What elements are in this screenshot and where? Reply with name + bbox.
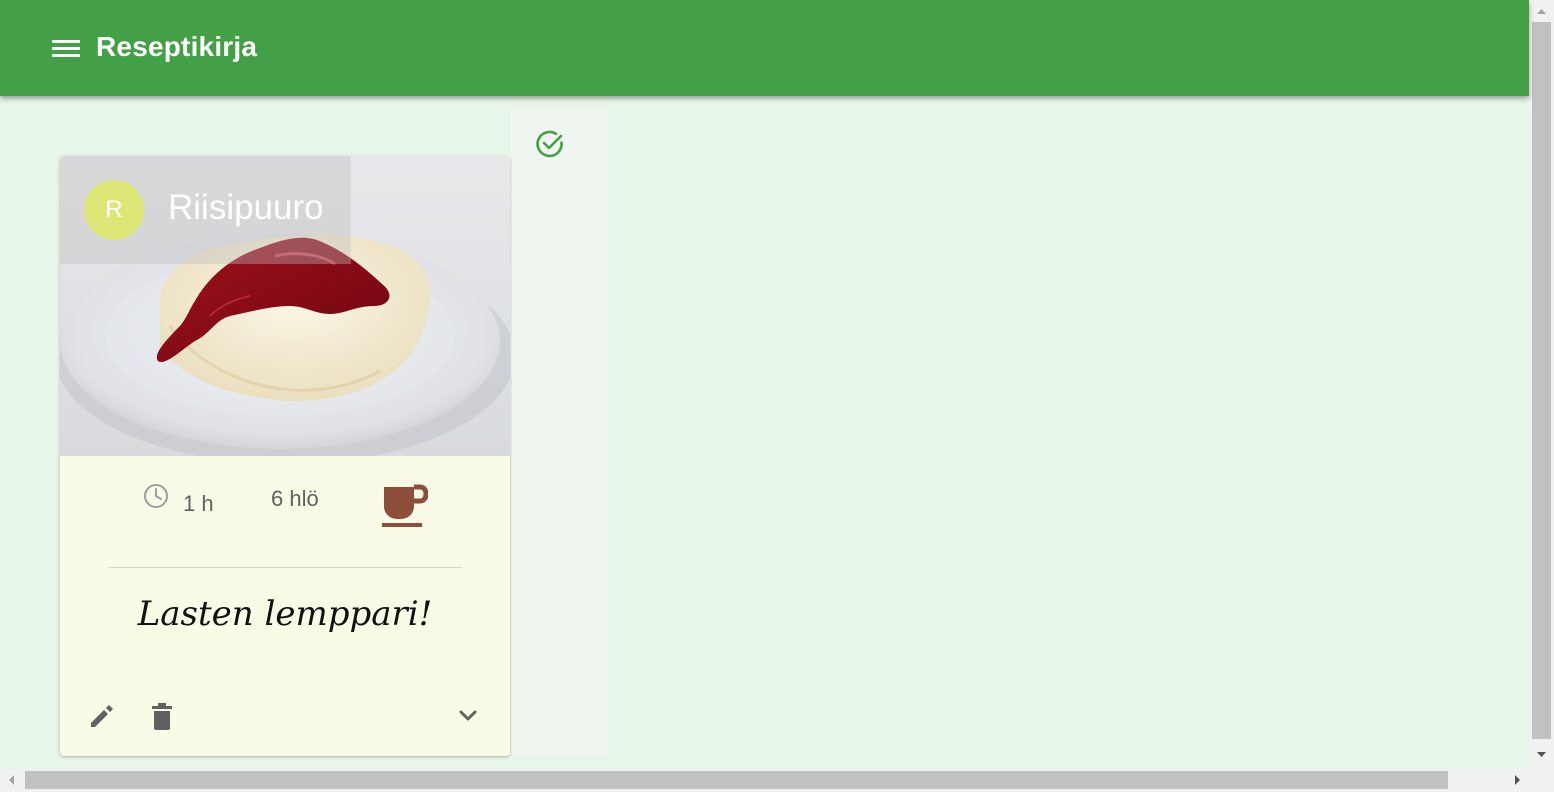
menu-icon: [52, 40, 80, 57]
check-circle-icon[interactable]: [535, 129, 565, 159]
recipe-image: R Riisipuuro: [60, 156, 510, 456]
clock-icon: [144, 484, 168, 508]
divider: [108, 567, 462, 568]
status-column: [510, 110, 608, 756]
recipe-title: Riisipuuro: [168, 188, 324, 227]
servings: 6 hlö: [271, 486, 319, 511]
app-title: Reseptikirja: [96, 31, 258, 62]
scroll-up-icon[interactable]: [1536, 6, 1547, 18]
expand-button[interactable]: [448, 696, 488, 736]
scroll-left-icon[interactable]: [6, 774, 18, 786]
coffee-cup-icon: [382, 484, 428, 527]
delete-button[interactable]: [142, 696, 182, 736]
vertical-scroll-thumb[interactable]: [1532, 22, 1551, 739]
recipe-info-row: 1 h 6 hlö: [60, 456, 510, 566]
card-actions: [60, 691, 510, 741]
horizontal-scrollbar[interactable]: [0, 769, 1554, 792]
edit-icon: [91, 705, 113, 727]
recipe-card[interactable]: R Riisipuuro 1 h 6 hlö Lasten lemppari!: [60, 156, 510, 756]
menu-button[interactable]: [46, 30, 86, 66]
scroll-right-icon[interactable]: [1511, 774, 1523, 786]
chevron-down-icon: [459, 710, 477, 721]
delete-icon: [152, 703, 172, 730]
avatar: R: [84, 180, 144, 240]
app-bar: Reseptikirja: [0, 0, 1529, 96]
card-header: R Riisipuuro: [60, 156, 351, 264]
edit-button[interactable]: [82, 696, 122, 736]
prep-time: 1 h: [183, 491, 214, 516]
vertical-scrollbar[interactable]: [1529, 0, 1554, 769]
recipe-description: Lasten lemppari!: [137, 594, 433, 634]
scroll-down-icon[interactable]: [1536, 748, 1547, 760]
horizontal-scroll-thumb[interactable]: [25, 771, 1448, 789]
